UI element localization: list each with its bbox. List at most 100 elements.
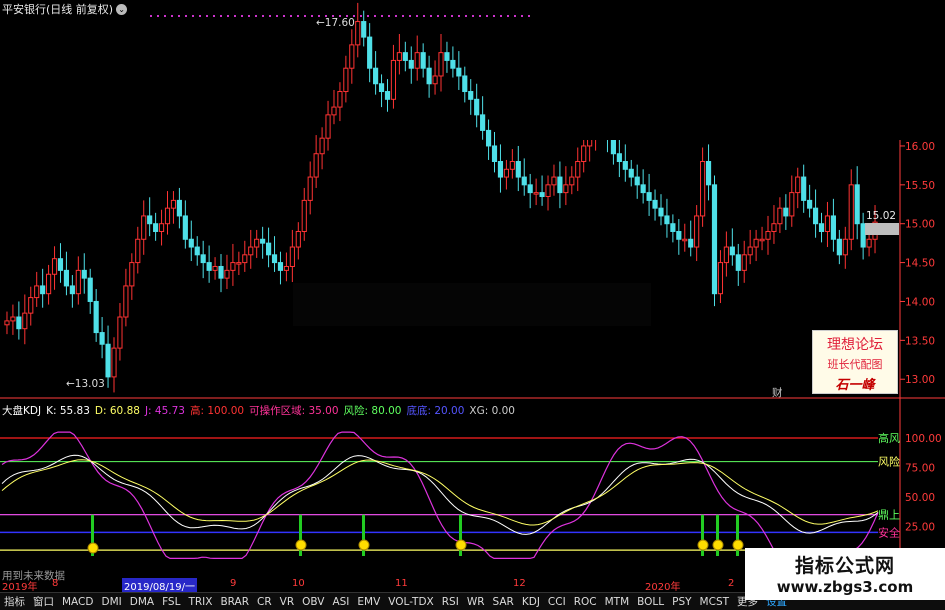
top-dot [185,15,187,17]
candle-body [313,153,319,178]
tab-cr[interactable]: CR [253,595,276,608]
candle-body [676,230,682,240]
candle-body [741,254,747,271]
candle-body [854,184,860,225]
top-dot [514,15,516,17]
candle-body [111,347,117,378]
top-dot [297,15,299,17]
candle-body [390,59,397,100]
tab-mtm[interactable]: MTM [601,595,634,608]
candle-body [426,67,432,85]
candle-body [474,98,480,116]
tab-fsl[interactable]: FSL [158,595,184,608]
tab-trix[interactable]: TRIX [184,595,216,608]
candle-body [170,199,177,209]
tab-mcst[interactable]: MCST [696,595,733,608]
tab-sar[interactable]: SAR [489,595,518,608]
tab-rsi[interactable]: RSI [438,595,463,608]
candle-body [765,230,771,240]
tab-wr[interactable]: WR [463,595,489,608]
date-tick: 9 [230,578,237,589]
tab-obv[interactable]: OBV [298,595,328,608]
zone-label: 鼎上 [878,509,900,522]
tab-brar[interactable]: BRAR [216,595,253,608]
tab-窗口[interactable]: 窗口 [29,593,58,609]
candle-body [539,192,545,197]
candle-body [818,223,825,232]
date-tick: 2019年 [2,582,38,593]
indicator-name[interactable]: 大盘KDJ [2,405,41,417]
candle-body [283,265,289,271]
top-dot [521,15,523,17]
candle-body [456,67,462,77]
candle-body [545,184,551,197]
tab-dmi[interactable]: DMI [97,595,125,608]
candle-body [622,161,628,170]
top-dot [199,15,201,17]
candle-body [783,207,789,217]
candle-body [319,137,325,155]
price-axis-label: 15.50 [905,180,935,192]
tab-dma[interactable]: DMA [126,595,158,608]
indicator-axis-label: 25.00 [905,522,935,534]
candle-body [515,161,521,178]
candle-body [432,75,438,85]
candle-body [807,199,813,209]
candle-body [789,192,795,217]
tab-cci[interactable]: CCI [544,595,570,608]
tab-roc[interactable]: ROC [570,595,601,608]
top-dot [374,15,376,17]
candle-body [81,269,87,279]
candle-body [717,262,724,295]
candle-body [824,215,831,232]
top-dot [402,15,404,17]
candle-body [830,215,836,240]
candle-body [260,238,266,244]
candle-body [652,199,658,209]
tab-指标[interactable]: 指标 [0,593,29,609]
high-marker: ←17.60 [316,17,355,29]
tab-vr[interactable]: VR [276,595,298,608]
candle-body [723,246,729,264]
candle-body [795,176,801,194]
chart-canvas: 16.00 15.50 15.00 14.50 14.00 13.50 13.00 ←17.6… [0,0,945,590]
top-dot [157,15,159,17]
tab-asi[interactable]: ASI [328,595,353,608]
price-axis-label: 14.50 [905,258,935,270]
candle-body [69,285,75,295]
candle-body [866,238,872,248]
candle-body [503,168,509,178]
candle-body [63,269,70,287]
candle-body [420,52,426,69]
tab-kdj[interactable]: KDJ [518,595,544,608]
tab-vol-tdx[interactable]: VOL-TDX [384,595,437,608]
tab-boll[interactable]: BOLL [633,595,668,608]
tab-psy[interactable]: PSY [668,595,695,608]
candle-body [616,153,622,163]
price-axis-label: 15.00 [905,219,935,231]
candle-body [254,238,260,248]
price-axis-label: 13.00 [905,374,935,386]
top-dot [213,15,215,17]
candle-body [343,67,349,93]
candle-body [842,238,848,256]
watermark-url: www.zbgs3.com [776,578,914,596]
tab-macd[interactable]: MACD [58,595,97,608]
top-dot [423,15,425,17]
top-dot [171,15,173,17]
candle-body [378,83,385,93]
candle-body [836,238,842,256]
candle-body [277,262,284,271]
candle-body [176,199,182,217]
candle-body [705,161,712,186]
candle-body [581,145,587,163]
smiley-icon [732,539,744,551]
candle-body [349,44,355,69]
tab-emv[interactable]: EMV [353,595,384,608]
chevron-down-icon[interactable]: ⌄ [116,4,128,15]
candle-body [491,145,498,163]
top-dot [451,15,453,17]
candle-body [801,176,807,201]
date-cursor-label: 2019/08/19/一 [122,578,198,593]
candle-body [646,192,652,201]
